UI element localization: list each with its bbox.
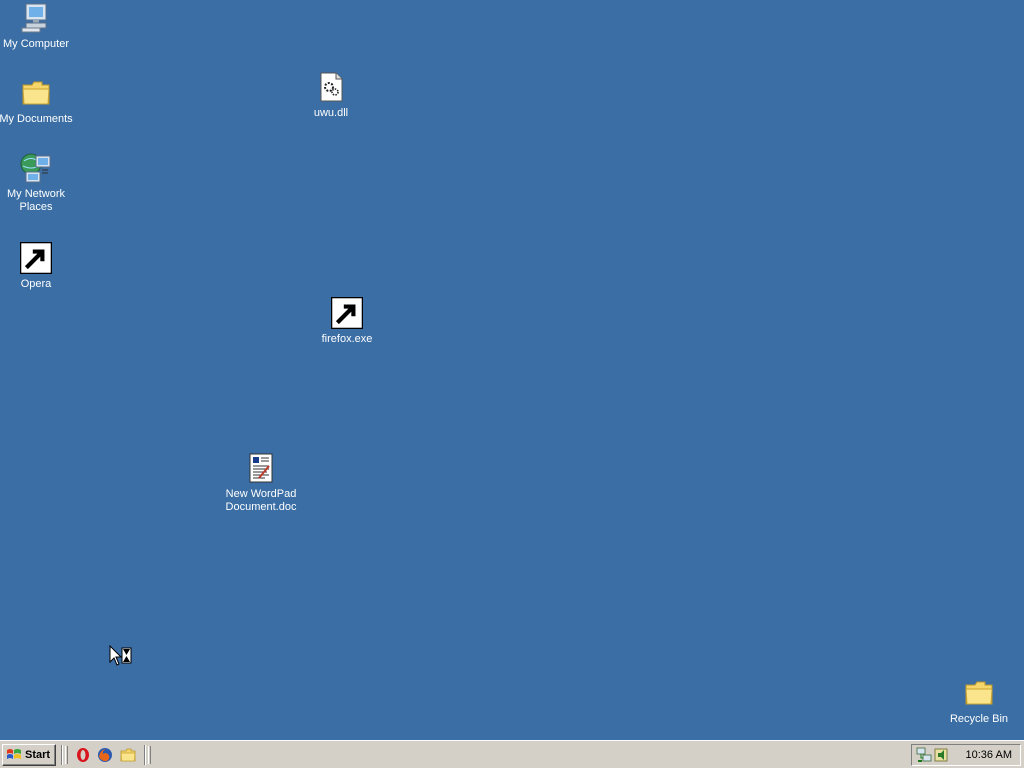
desktop-icon-label: My Computer xyxy=(2,38,70,50)
system-tray: 10:36 AM xyxy=(911,744,1021,766)
quick-launch-explorer[interactable] xyxy=(120,747,136,763)
desktop-icon-my-network-places[interactable]: My Network Places xyxy=(0,152,74,214)
taskbar-separator xyxy=(61,745,63,765)
start-button[interactable]: Start xyxy=(2,744,56,766)
network-places-icon xyxy=(20,152,52,184)
busy-cursor-icon xyxy=(109,645,132,666)
quick-launch-grip[interactable] xyxy=(65,746,68,764)
opera-icon xyxy=(20,242,52,274)
my-computer-icon xyxy=(20,2,52,34)
desktop-icon-label: My Network Places xyxy=(6,188,66,213)
desktop-icon-my-computer[interactable]: My Computer xyxy=(0,2,74,51)
opera-icon xyxy=(77,748,89,762)
volume-icon xyxy=(934,748,948,762)
desktop-icon-my-documents[interactable]: My Documents xyxy=(0,77,74,126)
desktop-icon-new-wordpad-document[interactable]: New WordPad Document.doc xyxy=(223,452,299,514)
task-area-grip[interactable] xyxy=(148,746,151,764)
firefox-icon xyxy=(331,297,363,329)
desktop-icon-label: New WordPad Document.doc xyxy=(225,488,297,513)
folder-icon xyxy=(963,677,995,709)
shortcut-arrow-icon xyxy=(20,242,52,274)
tray-network[interactable] xyxy=(916,747,932,763)
quick-launch-opera[interactable] xyxy=(74,747,90,763)
desktop-icon-uwu-dll[interactable]: uwu.dll xyxy=(293,71,369,120)
taskbar: Start 10:36 AM xyxy=(0,740,1024,768)
desktop-icon-label: uwu.dll xyxy=(313,107,349,119)
taskbar-separator xyxy=(144,745,146,765)
desktop-icon-label: Opera xyxy=(20,278,52,290)
desktop-icon-label: My Documents xyxy=(0,113,73,125)
desktop-icon-label: Recycle Bin xyxy=(949,713,1009,725)
wordpad-document-icon xyxy=(245,452,277,484)
desktop-icon-recycle-bin[interactable]: Recycle Bin xyxy=(941,677,1017,726)
desktop-icon-firefox-exe[interactable]: firefox.exe xyxy=(309,297,385,346)
start-label: Start xyxy=(25,749,51,761)
desktop-icon-label: firefox.exe xyxy=(321,333,373,345)
shortcut-arrow-icon xyxy=(331,297,363,329)
network-icon xyxy=(916,747,932,762)
folder-icon xyxy=(120,748,136,762)
firefox-icon xyxy=(98,748,112,762)
tray-volume[interactable] xyxy=(933,747,949,763)
dll-file-icon xyxy=(315,71,347,103)
desktop-icon-opera[interactable]: Opera xyxy=(0,242,74,291)
windows-logo-icon xyxy=(7,749,21,759)
folder-icon xyxy=(20,77,52,109)
desktop[interactable]: My Computer My Documents My Network Plac… xyxy=(0,0,1024,740)
clock[interactable]: 10:36 AM xyxy=(966,749,1012,761)
quick-launch-firefox[interactable] xyxy=(97,747,113,763)
